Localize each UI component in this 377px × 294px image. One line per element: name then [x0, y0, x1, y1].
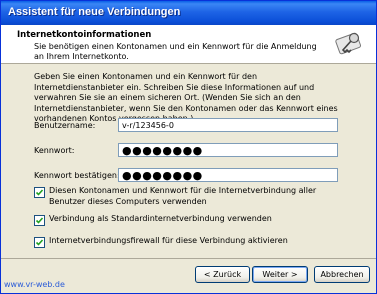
intro-text: Geben Sie einen Kontonamen und ein Kennw…: [34, 72, 338, 123]
confirm-password-field[interactable]: ●●●●●●●●: [118, 168, 338, 182]
default-connection-checkbox-label[interactable]: Verbindung als Standardinternetverbindun…: [49, 213, 272, 224]
header-subtitle: Sie benötigen einen Kontonamen und ein K…: [34, 42, 317, 61]
header-title: Internetkontoinformationen: [17, 30, 152, 40]
cancel-button[interactable]: Abbrechen: [314, 266, 370, 283]
firewall-checkbox-label[interactable]: Internetverbindungsfirewall für diese Ve…: [49, 235, 288, 246]
password-label: Kennwort:: [34, 146, 75, 155]
username-field[interactable]: v-r/123456-0: [118, 118, 338, 132]
password-field[interactable]: ●●●●●●●●: [118, 143, 338, 157]
wizard-footer: www.vr-web.de < Zurück Weiter > Abbreche…: [1, 258, 376, 293]
key-card-icon: [335, 32, 362, 55]
confirm-password-label: Kennwort bestätigen:: [34, 171, 120, 180]
default-connection-checkbox[interactable]: [34, 215, 45, 226]
title-bar[interactable]: Assistent für neue Verbindungen: [1, 1, 376, 25]
back-button[interactable]: < Zurück: [195, 266, 250, 283]
wizard-content: Geben Sie einen Kontonamen und ein Kennw…: [1, 64, 376, 259]
checkmark-icon: [35, 239, 44, 246]
wizard-header: Internetkontoinformationen Sie benötigen…: [1, 25, 376, 64]
next-button[interactable]: Weiter >: [252, 266, 308, 283]
firewall-checkbox[interactable]: [34, 237, 45, 248]
window-title: Assistent für neue Verbindungen: [8, 6, 181, 18]
checkmark-icon: [35, 217, 44, 224]
watermark-link: www.vr-web.de: [4, 280, 65, 289]
username-label: Benutzername:: [34, 121, 96, 130]
wizard-window: Assistent für neue Verbindungen Internet…: [0, 0, 377, 294]
checkmark-icon: [35, 189, 44, 196]
all-users-checkbox-label[interactable]: Diesen Kontonamen und Kennwort für die I…: [49, 185, 339, 207]
all-users-checkbox[interactable]: [34, 187, 45, 198]
